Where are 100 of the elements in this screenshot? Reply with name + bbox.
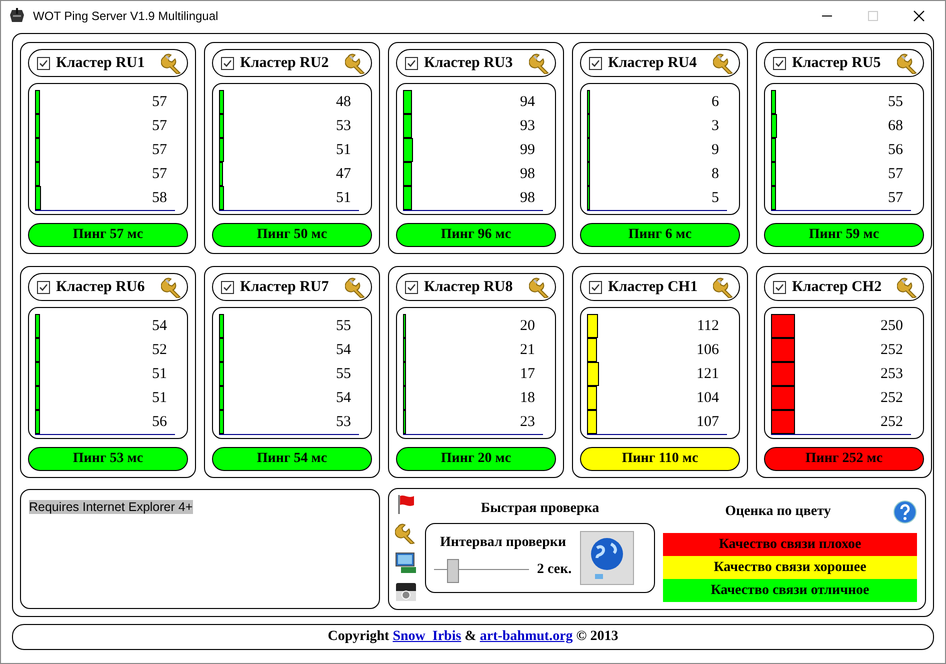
ping-value: 53 <box>336 117 351 136</box>
ping-badge: Пинг 57 мс <box>28 223 188 247</box>
wrench-icon[interactable] <box>713 276 735 298</box>
cluster-title: Кластер RU8 <box>424 278 514 296</box>
copyright-text: Copyright Snow Irbis & art-bahmut.org © 2013 <box>328 629 618 645</box>
monitor-icon[interactable] <box>395 552 417 574</box>
ping-value: 3 <box>712 117 719 136</box>
ping-value: 20 <box>520 317 535 336</box>
ping-value: 68 <box>888 117 903 136</box>
checkbox[interactable] <box>37 280 50 294</box>
ping-value: 98 <box>520 165 535 184</box>
ping-value: 104 <box>696 389 719 408</box>
ping-value: 51 <box>336 189 351 208</box>
ping-value: 107 <box>696 413 719 432</box>
legend-title: Оценка по цвету <box>724 504 832 520</box>
cluster-title: Кластер RU5 <box>792 54 882 72</box>
wrench-icon[interactable] <box>529 52 551 74</box>
checkbox[interactable] <box>589 280 602 294</box>
cluster-title: Кластер RU2 <box>240 54 330 72</box>
check-button[interactable] <box>580 531 634 585</box>
wrench-icon[interactable] <box>897 276 919 298</box>
checkbox[interactable] <box>405 280 418 294</box>
slider-thumb[interactable] <box>447 559 459 583</box>
ping-value: 51 <box>336 141 351 160</box>
cluster-title: Кластер RU4 <box>608 54 698 72</box>
tank-logo-icon <box>9 8 25 24</box>
ping-badge: Пинг 6 мс <box>580 223 740 247</box>
ping-badge: Пинг 54 мс <box>212 447 372 471</box>
ping-value: 250 <box>880 317 903 336</box>
legend-item: Качество связи отличное <box>663 579 917 602</box>
checkbox[interactable] <box>221 280 234 294</box>
ping-value: 99 <box>520 141 535 160</box>
help-icon[interactable] <box>893 500 917 524</box>
message-text: Requires Internet Explorer 4+ <box>29 500 193 514</box>
ping-value: 57 <box>888 165 903 184</box>
ping-value: 51 <box>152 365 167 384</box>
checkbox[interactable] <box>773 56 786 70</box>
ping-value: 55 <box>336 317 351 336</box>
wrench-icon[interactable] <box>161 276 183 298</box>
ping-badge: Пинг 110 мс <box>580 447 740 471</box>
cluster-title: Кластер RU3 <box>424 54 514 72</box>
ping-value: 106 <box>696 341 719 360</box>
ping-value: 252 <box>880 341 903 360</box>
ping-value: 54 <box>152 317 167 336</box>
checkbox[interactable] <box>221 56 234 70</box>
checkbox[interactable] <box>405 56 418 70</box>
ping-value: 48 <box>336 93 351 112</box>
interval-slider[interactable] <box>434 559 529 581</box>
ping-value: 253 <box>880 365 903 384</box>
window-title: WOT Ping Server V1.9 Multilingual <box>33 9 218 23</box>
ping-value: 112 <box>697 317 719 336</box>
ping-badge: Пинг 53 мс <box>28 447 188 471</box>
ping-value: 55 <box>336 365 351 384</box>
interval-value: 2 сек. <box>537 562 572 578</box>
checkbox[interactable] <box>589 56 602 70</box>
ping-value: 57 <box>152 141 167 160</box>
wrench-icon[interactable] <box>345 52 367 74</box>
cluster-title: Кластер RU6 <box>56 278 146 296</box>
ping-value: 51 <box>152 389 167 408</box>
ping-badge: Пинг 59 мс <box>764 223 924 247</box>
ping-value: 55 <box>888 93 903 112</box>
ping-value: 56 <box>888 141 903 160</box>
ping-value: 52 <box>152 341 167 360</box>
ping-value: 57 <box>888 189 903 208</box>
wrench-icon[interactable] <box>395 522 417 544</box>
checkbox[interactable] <box>37 56 50 70</box>
wrench-icon[interactable] <box>161 52 183 74</box>
ping-value: 5 <box>712 189 719 208</box>
wrench-icon[interactable] <box>713 52 735 74</box>
ping-value: 9 <box>712 141 719 160</box>
ping-value: 23 <box>520 413 535 432</box>
ping-value: 6 <box>712 93 719 112</box>
cluster-title: Кластер RU7 <box>240 278 330 296</box>
legend-item: Качество связи хорошее <box>663 556 917 579</box>
wrench-icon[interactable] <box>529 276 551 298</box>
ping-value: 93 <box>520 117 535 136</box>
wrench-icon[interactable] <box>897 52 919 74</box>
ping-value: 57 <box>152 165 167 184</box>
cluster-title: Кластер RU1 <box>56 54 146 72</box>
ping-badge: Пинг 50 мс <box>212 223 372 247</box>
close-icon[interactable] <box>913 10 925 22</box>
ping-value: 18 <box>520 389 535 408</box>
site-link[interactable]: art-bahmut.org <box>480 629 573 644</box>
checkbox[interactable] <box>773 280 786 294</box>
ping-value: 8 <box>712 165 719 184</box>
ping-value: 121 <box>696 365 719 384</box>
camera-icon[interactable] <box>395 580 417 603</box>
wrench-icon[interactable] <box>345 276 367 298</box>
ping-badge: Пинг 20 мс <box>396 447 556 471</box>
ping-value: 57 <box>152 117 167 136</box>
ping-value: 57 <box>152 93 167 112</box>
cluster-title: Кластер CH1 <box>608 278 699 296</box>
ping-value: 58 <box>152 189 167 208</box>
ping-value: 252 <box>880 389 903 408</box>
author-link[interactable]: Snow Irbis <box>392 629 462 644</box>
ping-value: 56 <box>152 413 167 432</box>
ping-value: 98 <box>520 189 535 208</box>
ping-value: 94 <box>520 93 535 112</box>
interval-label: Интервал проверки <box>439 535 568 551</box>
quick-check-title: Быстрая проверка <box>480 501 600 517</box>
